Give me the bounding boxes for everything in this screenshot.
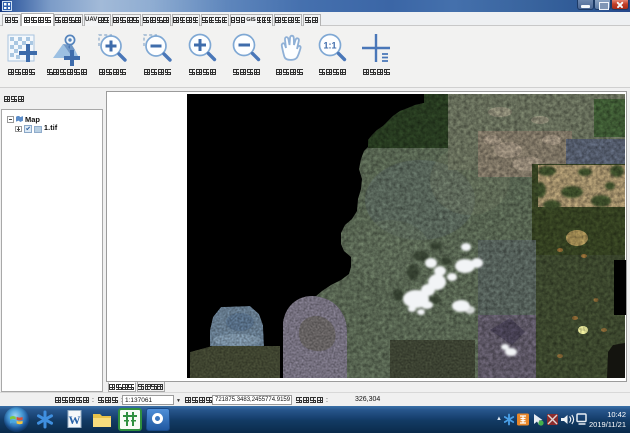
svg-text:1:1: 1:1 (323, 41, 336, 51)
svg-text:W: W (69, 413, 81, 427)
